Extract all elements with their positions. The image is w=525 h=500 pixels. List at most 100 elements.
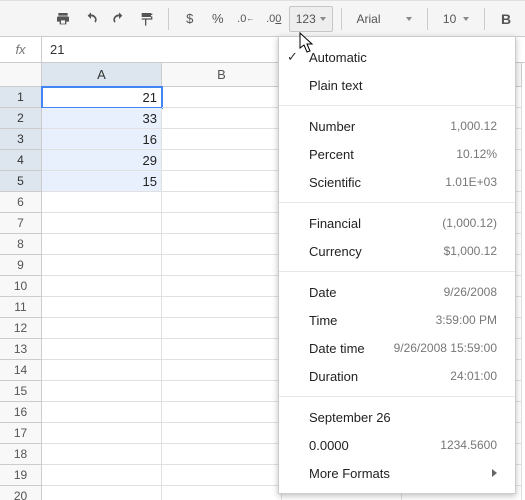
cell-B8[interactable] [162,234,282,255]
number-format-dropdown[interactable]: 123 [289,6,333,32]
cell-B10[interactable] [162,276,282,297]
menu-item-number[interactable]: Number 1,000.12 [279,112,515,140]
cell-B14[interactable] [162,360,282,381]
row-header-8[interactable]: 8 [0,234,42,255]
cell-A1[interactable]: 21 [42,87,162,108]
menu-item-custom-number[interactable]: 0.0000 1234.5600 [279,431,515,459]
menu-separator [279,396,515,397]
cell-B13[interactable] [162,339,282,360]
cell-B15[interactable] [162,381,282,402]
menu-item-financial[interactable]: Financial (1,000.12) [279,209,515,237]
cell-B6[interactable] [162,192,282,213]
print-button[interactable] [50,6,76,32]
number-format-label: 123 [296,12,316,26]
menu-item-time[interactable]: Time 3:59:00 PM [279,306,515,334]
row-header-10[interactable]: 10 [0,276,42,297]
cell-B4[interactable] [162,150,282,171]
menu-separator [279,105,515,106]
cell-A6[interactable] [42,192,162,213]
row-header-6[interactable]: 6 [0,192,42,213]
cell-A12[interactable] [42,318,162,339]
cell-A14[interactable] [42,360,162,381]
cell-A9[interactable] [42,255,162,276]
cell-B3[interactable] [162,129,282,150]
cell-B18[interactable] [162,444,282,465]
cell-A15[interactable] [42,381,162,402]
cell-A11[interactable] [42,297,162,318]
cell-A5[interactable]: 15 [42,171,162,192]
cell-A16[interactable] [42,402,162,423]
row-header-15[interactable]: 15 [0,381,42,402]
decrease-decimal-button[interactable]: .0← [233,6,259,32]
cell-B16[interactable] [162,402,282,423]
cell-A19[interactable] [42,465,162,486]
menu-example: (1,000.12) [442,216,497,230]
currency-button[interactable]: $ [177,6,203,32]
row-header-11[interactable]: 11 [0,297,42,318]
menu-example: $1,000.12 [444,244,497,258]
menu-item-datetime[interactable]: Date time 9/26/2008 15:59:00 [279,334,515,362]
cell-A18[interactable] [42,444,162,465]
cell-B5[interactable] [162,171,282,192]
column-header-B[interactable]: B [162,63,282,87]
cell-A3[interactable]: 16 [42,129,162,150]
menu-item-custom-date[interactable]: September 26 [279,403,515,431]
separator [427,8,428,30]
increase-decimal-button[interactable]: .00 [261,6,287,32]
row-header-14[interactable]: 14 [0,360,42,381]
redo-icon [111,11,127,27]
row-header-1[interactable]: 1 [0,87,42,108]
cell-A7[interactable] [42,213,162,234]
cell-B12[interactable] [162,318,282,339]
row-header-5[interactable]: 5 [0,171,42,192]
menu-item-currency[interactable]: Currency $1,000.12 [279,237,515,265]
paint-format-button[interactable] [134,6,160,32]
cell-B7[interactable] [162,213,282,234]
cell-A4[interactable]: 29 [42,150,162,171]
redo-button[interactable] [106,6,132,32]
menu-label: Duration [309,369,358,384]
row-header-4[interactable]: 4 [0,150,42,171]
menu-label: Date [309,285,336,300]
row-header-17[interactable]: 17 [0,423,42,444]
menu-item-date[interactable]: Date 9/26/2008 [279,278,515,306]
cell-B17[interactable] [162,423,282,444]
menu-item-percent[interactable]: Percent 10.12% [279,140,515,168]
row-header-12[interactable]: 12 [0,318,42,339]
cell-A17[interactable] [42,423,162,444]
cell-B9[interactable] [162,255,282,276]
bold-button[interactable]: B [493,6,519,32]
menu-item-automatic[interactable]: ✓ Automatic [279,43,515,71]
menu-item-duration[interactable]: Duration 24:01:00 [279,362,515,390]
cell-B11[interactable] [162,297,282,318]
cell-B2[interactable] [162,108,282,129]
cell-B1[interactable] [162,87,282,108]
row-header-3[interactable]: 3 [0,129,42,150]
select-all-corner[interactable] [0,63,42,87]
row-header-20[interactable]: 20 [0,486,42,500]
cell-A8[interactable] [42,234,162,255]
font-family-dropdown[interactable]: Arial [350,6,420,32]
row-header-13[interactable]: 13 [0,339,42,360]
separator [484,8,485,30]
menu-item-plaintext[interactable]: Plain text [279,71,515,99]
menu-item-scientific[interactable]: Scientific 1.01E+03 [279,168,515,196]
column-header-A[interactable]: A [42,63,162,87]
undo-button[interactable] [78,6,104,32]
cell-A20[interactable] [42,486,162,500]
row-header-19[interactable]: 19 [0,465,42,486]
font-size-dropdown[interactable]: 10 [436,6,476,32]
cell-B20[interactable] [162,486,282,500]
menu-item-more-formats[interactable]: More Formats [279,459,515,487]
row-header-16[interactable]: 16 [0,402,42,423]
cell-B19[interactable] [162,465,282,486]
row-header-7[interactable]: 7 [0,213,42,234]
cell-A13[interactable] [42,339,162,360]
row-header-9[interactable]: 9 [0,255,42,276]
row-header-18[interactable]: 18 [0,444,42,465]
row-header-2[interactable]: 2 [0,108,42,129]
cell-A2[interactable]: 33 [42,108,162,129]
percent-button[interactable]: % [205,6,231,32]
cell-A10[interactable] [42,276,162,297]
menu-label: Plain text [309,78,362,93]
